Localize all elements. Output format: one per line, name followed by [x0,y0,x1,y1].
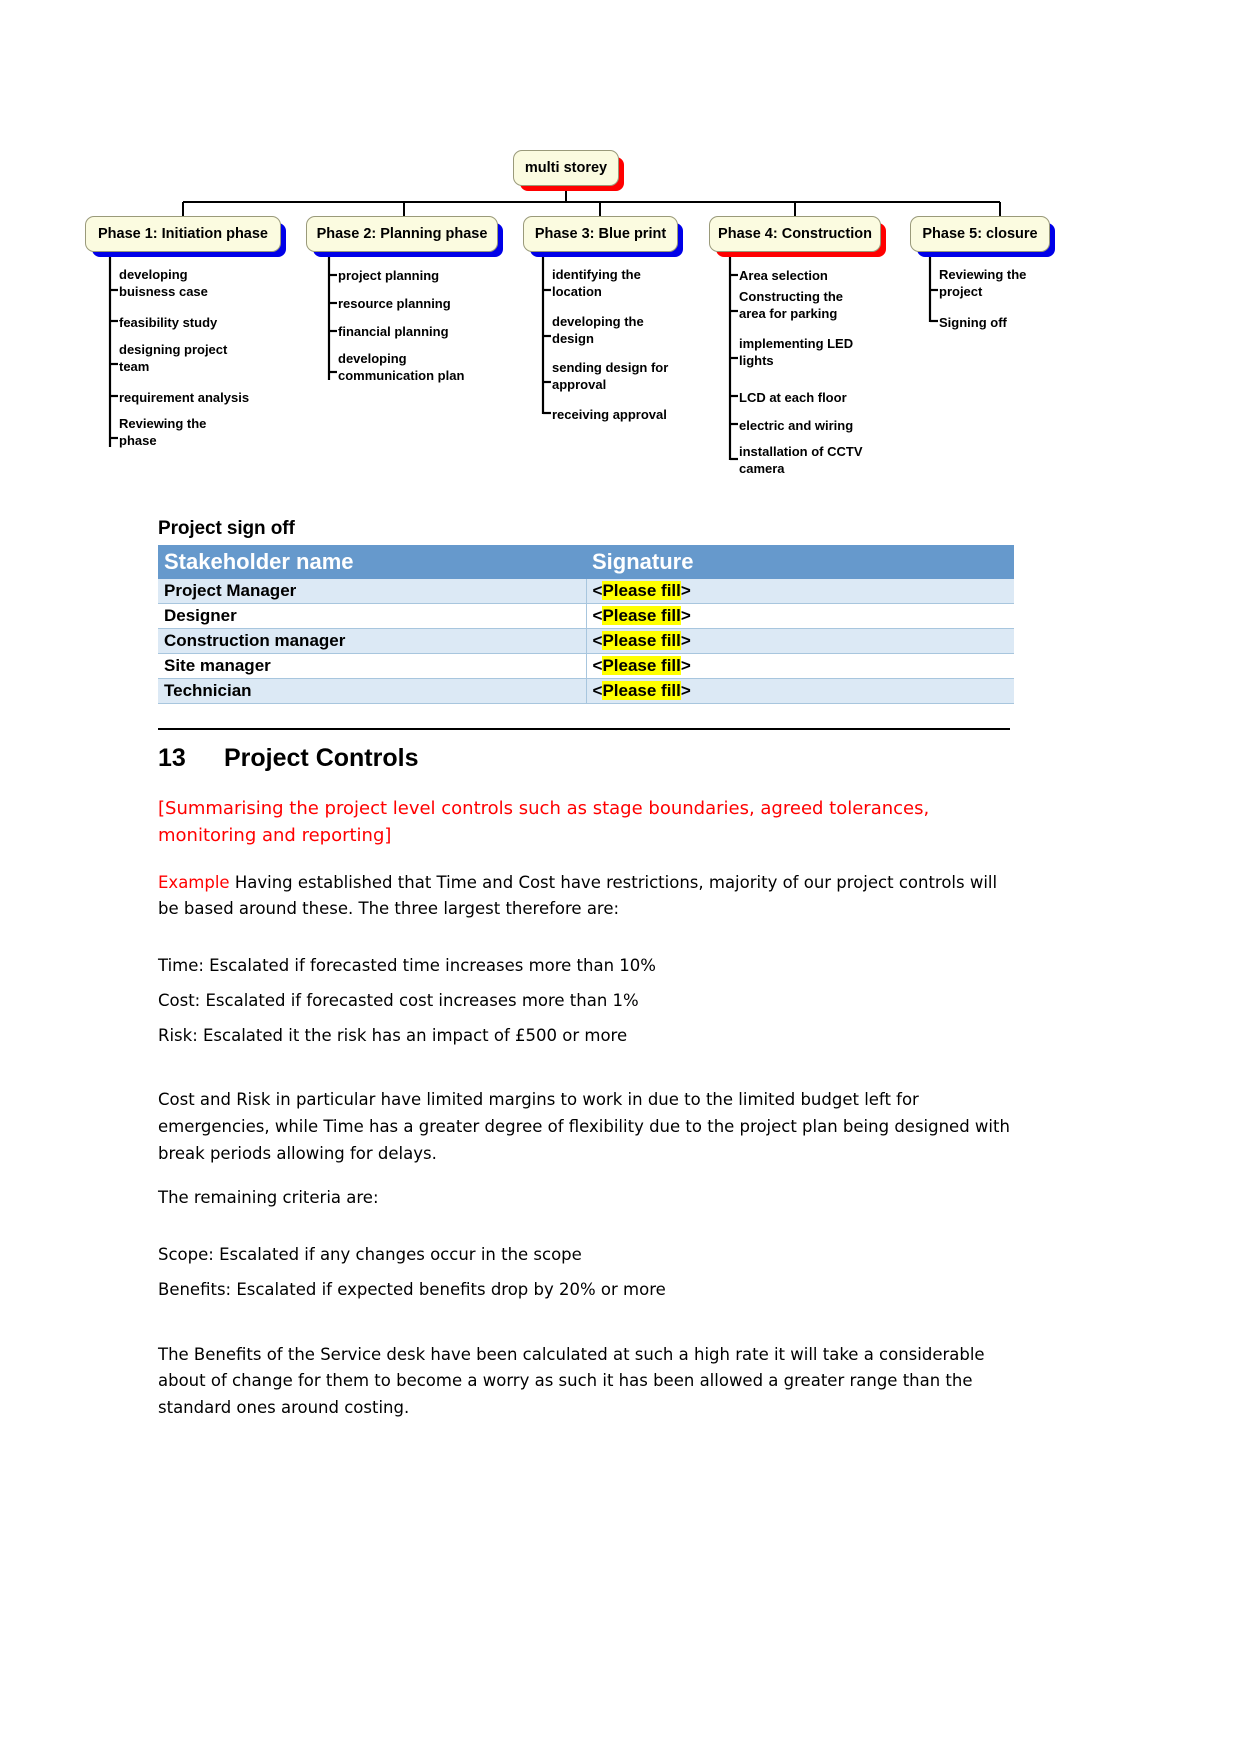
please-fill-highlight: Please fill [602,580,681,600]
project-phases-mind-map: multi storey Phase 1: Initiation phase d… [0,0,1241,500]
example-paragraph: Example Having established that Time and… [158,870,1014,923]
please-fill-highlight: Please fill [602,655,681,675]
table-row: Construction manager <Please fill> [158,627,1014,654]
phase-4-item-2: Constructing the area for parking [739,289,843,322]
please-fill-highlight: Please fill [602,605,681,625]
signoff-heading: Project sign off [158,518,295,539]
column-header-stakeholder: Stakeholder name [158,545,586,579]
fill-prefix: < [592,605,603,625]
phase-node-3[interactable]: Phase 3: Blue print [523,216,678,252]
fill-suffix: > [680,605,691,625]
project-signoff-section: Project sign off Stakeholder name Signat… [158,518,1014,704]
table-row: Designer <Please fill> [158,602,1014,629]
signoff-table: Stakeholder name Signature Project Manag… [158,545,1014,704]
table-header-row: Stakeholder name Signature [158,545,1014,579]
phase-4-item-5: electric and wiring [739,418,854,433]
please-fill-highlight: Please fill [602,680,681,700]
phase-4-item-6: installation of CCTV camera [739,444,863,477]
phase-1-item-4: requirement analysis [119,390,250,405]
phase-4-item-1: Area selection [739,268,828,283]
stakeholder-name: Construction manager [158,627,587,654]
phase-1-item-3: designing project team [119,342,228,375]
table-row: Site manager <Please fill> [158,652,1014,679]
please-fill-highlight: Please fill [602,630,681,650]
section-heading: 13 Project Controls [158,744,1014,773]
phase-2-item-4: developing communication plan [338,351,465,384]
fill-suffix: > [680,680,691,700]
fill-prefix: < [592,630,603,650]
stakeholder-name: Technician [158,677,587,704]
criteria-scope: Scope: Escalated if any changes occur in… [158,1245,582,1265]
phase-node-3-label: Phase 3: Blue print [534,226,667,242]
stakeholder-name: Project Manager [158,577,587,604]
criteria-risk: Risk: Escalated it the risk has an impac… [158,1025,628,1045]
fill-prefix: < [592,680,603,700]
phase-node-2-label: Phase 2: Planning phase [316,226,488,242]
phase-node-4[interactable]: Phase 4: Construction [709,216,881,252]
phase-node-1-label: Phase 1: Initiation phase [97,226,268,242]
paragraph-margins: Cost and Risk in particular have limited… [158,1090,1010,1163]
phase-node-5-label: Phase 5: closure [922,226,1038,242]
phase-node-4-label: Phase 4: Construction [718,226,872,242]
section-title: Project Controls [224,744,419,772]
phase-node-2[interactable]: Phase 2: Planning phase [306,216,498,252]
table-row: Technician <Please fill> [158,677,1014,704]
stakeholder-name: Site manager [158,652,587,679]
phase-1-item-1: developing buisness case [119,267,208,300]
signature-cell[interactable]: <Please fill> [586,602,1014,629]
fill-suffix: > [680,580,691,600]
fill-prefix: < [592,580,603,600]
criteria-time: Time: Escalated if forecasted time incre… [158,956,656,976]
signature-cell[interactable]: <Please fill> [586,577,1014,604]
section-project-controls: 13 Project Controls [Summarising the pro… [158,728,1014,1422]
mindmap-root-node[interactable]: multi storey [513,150,619,186]
signature-cell[interactable]: <Please fill> [586,677,1014,704]
section-number: 13 [158,744,186,772]
column-header-signature: Signature [586,545,1014,579]
phase-3-item-4: receiving approval [552,407,667,422]
phase-node-1[interactable]: Phase 1: Initiation phase [85,216,281,252]
phase-3-item-1: identifying the location [552,267,641,300]
phase-5-item-1: Reviewing the project [939,267,1027,300]
mindmap-root-label: multi storey [524,160,608,176]
phase-1-item-5: Reviewing the phase [119,416,207,449]
phase-4-item-4: LCD at each floor [739,390,847,405]
stakeholder-name: Designer [158,602,587,629]
signature-cell[interactable]: <Please fill> [586,627,1014,654]
phase-3-item-2: developing the design [552,314,644,347]
paragraph-benefits: The Benefits of the Service desk have be… [158,1344,985,1418]
section-divider [158,728,1010,730]
phase-4-item-3: implementing LED lights [739,336,854,369]
fill-prefix: < [592,655,603,675]
phase-2-item-1: project planning [338,268,440,283]
criteria-cost: Cost: Escalated if forecasted cost incre… [158,990,639,1010]
phase-1-item-2: feasibility study [119,315,218,330]
signature-cell[interactable]: <Please fill> [586,652,1014,679]
example-label: Example [158,872,230,892]
fill-suffix: > [680,655,691,675]
table-row: Project Manager <Please fill> [158,577,1014,604]
phase-5-item-2: Signing off [939,315,1007,330]
guidance-text: [Summarising the project level controls … [158,798,930,847]
phase-node-5[interactable]: Phase 5: closure [910,216,1050,252]
example-body: Having established that Time and Cost ha… [158,872,998,919]
criteria-benefits: Benefits: Escalated if expected benefits… [158,1279,666,1299]
fill-suffix: > [680,630,691,650]
phase-3-item-3: sending design for approval [552,360,669,393]
phase-2-item-2: resource planning [338,296,451,311]
phase-2-item-3: financial planning [338,324,449,339]
remaining-criteria-intro: The remaining criteria are: [158,1188,379,1208]
